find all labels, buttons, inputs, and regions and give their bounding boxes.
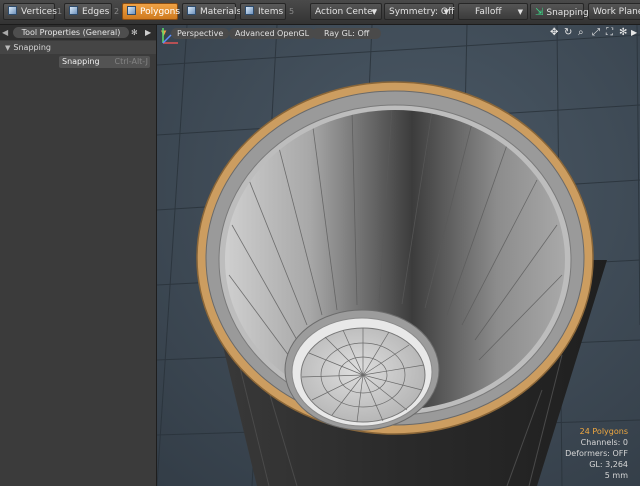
rotate-view-icon[interactable]: ↻ xyxy=(564,27,572,39)
panel-expand-arrow-icon[interactable]: ▶ xyxy=(145,27,151,38)
3d-viewport[interactable]: ▼ Perspective Advanced OpenGL Ray GL: Of… xyxy=(157,25,640,486)
vertices-mode-button[interactable]: Vertices xyxy=(3,3,57,20)
tool-properties-panel: ◀ Tool Properties (General) ✻ ▶ ▼ Snappin… xyxy=(0,25,157,486)
channels-count: Channels: 0 xyxy=(580,438,628,447)
chevron-down-icon: ▼ xyxy=(517,8,523,16)
viewport-expand-arrow-icon[interactable]: ▶ xyxy=(631,27,637,39)
polygon-count: 24 Polygons xyxy=(579,427,628,436)
items-hotkey: 5 xyxy=(289,7,295,16)
materials-cube-icon xyxy=(187,6,196,15)
vertices-cube-icon xyxy=(8,6,17,15)
render-mode-dropdown[interactable]: Advanced OpenGL xyxy=(229,28,316,39)
fit-view-icon[interactable]: ⤢ xyxy=(592,27,600,39)
materials-mode-button[interactable]: Materials xyxy=(182,3,241,20)
action-center-dropdown[interactable]: Action Center ▼ xyxy=(310,3,382,20)
snapping-icon: ⇲ xyxy=(535,7,544,18)
snapping-section-header[interactable]: ▼ Snapping xyxy=(0,41,156,54)
polygons-cube-icon xyxy=(127,6,136,15)
collapse-triangle-icon: ▼ xyxy=(5,44,11,52)
polygons-mode-button[interactable]: Polygons xyxy=(122,3,180,20)
maximize-viewport-icon[interactable]: ⛶ xyxy=(606,27,613,39)
vertices-hotkey: 1 xyxy=(57,7,63,16)
axis-gizmo-icon xyxy=(162,28,178,44)
snapping-toggle-button[interactable]: ⇲ Snapping xyxy=(530,3,589,20)
viewport-scene xyxy=(157,25,640,486)
main-toolbar: Vertices 1 Edges 2 Polygons Materials It… xyxy=(0,0,640,25)
snapping-shortcut: Ctrl-Alt-J xyxy=(114,57,148,66)
chevron-down-icon: ▼ xyxy=(443,8,449,16)
edges-hotkey: 2 xyxy=(114,7,120,16)
zoom-search-icon[interactable]: ⌕ xyxy=(578,27,584,39)
items-mode-button[interactable]: Items xyxy=(240,3,286,20)
grid-scale: 5 mm xyxy=(604,471,628,480)
gl-count: GL: 3,264 xyxy=(589,460,628,469)
items-cube-icon xyxy=(245,6,254,15)
pan-move-icon[interactable]: ✥ xyxy=(550,27,558,39)
falloff-dropdown[interactable]: Falloff ▼ xyxy=(458,3,528,20)
snapping-row-label: Snapping xyxy=(62,57,100,66)
chevron-down-icon: ▼ xyxy=(371,8,377,16)
raygl-toggle[interactable]: Ray GL: Off xyxy=(312,28,382,39)
symmetry-dropdown[interactable]: Symmetry: Off ▼ xyxy=(384,3,454,20)
panel-header: ◀ Tool Properties (General) ✻ ▶ xyxy=(0,25,156,40)
gear-icon[interactable]: ✻ xyxy=(131,27,138,38)
deformers-status: Deformers: OFF xyxy=(565,449,628,458)
viewport-gear-icon[interactable]: ✻ xyxy=(619,27,627,39)
work-plane-button[interactable]: Work Plane xyxy=(588,3,640,20)
edges-cube-icon xyxy=(69,6,78,15)
edges-mode-button[interactable]: Edges xyxy=(64,3,112,20)
tab-tool-properties[interactable]: Tool Properties (General) xyxy=(13,27,129,38)
panel-menu-arrow-icon[interactable]: ◀ xyxy=(2,27,8,38)
snapping-toggle-row[interactable]: Snapping Ctrl-Alt-J xyxy=(59,56,150,68)
